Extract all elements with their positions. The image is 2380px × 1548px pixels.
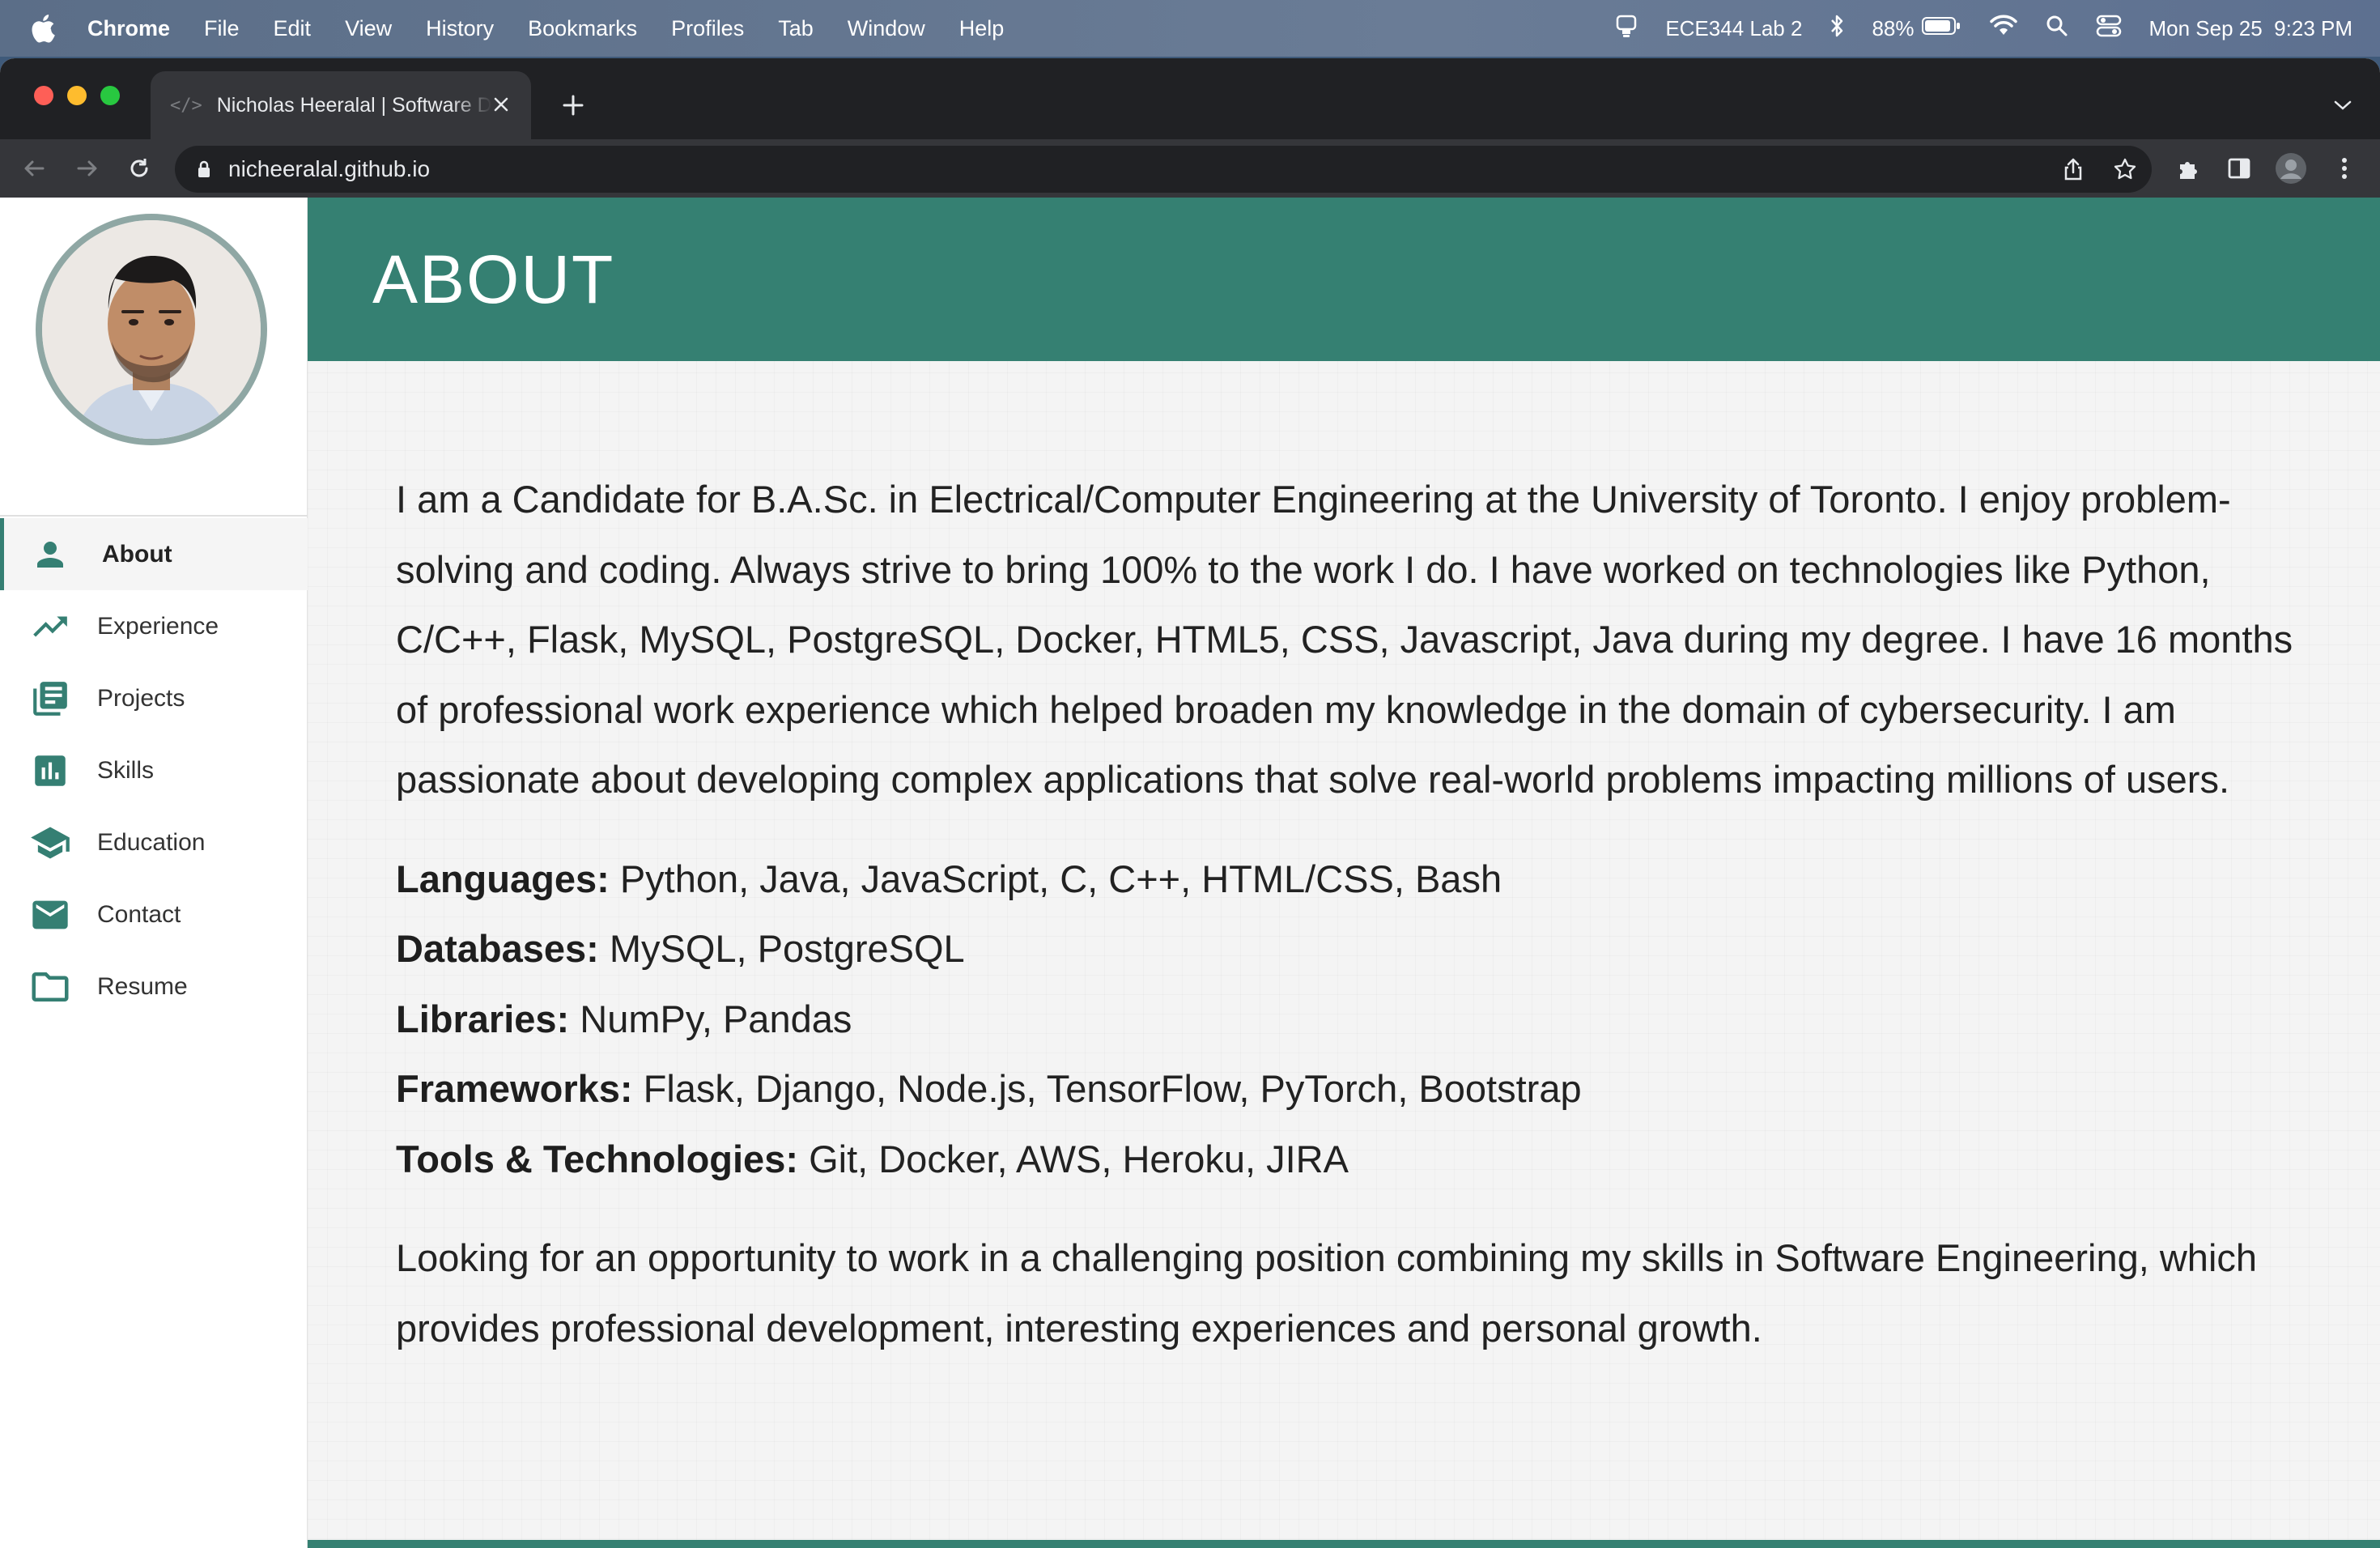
- tab-strip: </> Nicholas Heeralal | Software D: [0, 58, 2380, 139]
- macos-menubar: Chrome File Edit View History Bookmarks …: [0, 0, 2380, 57]
- page-header: ABOUT: [308, 198, 2380, 361]
- share-icon[interactable]: [2058, 154, 2089, 185]
- forward-arrow-icon[interactable]: [71, 152, 104, 185]
- school-icon: [28, 820, 73, 865]
- skills-label: Tools & Technologies:: [396, 1137, 798, 1180]
- spotlight-search-icon[interactable]: [2046, 15, 2068, 43]
- clock-date-text: Mon Sep 25: [2148, 15, 2263, 40]
- sidebar-item-label: Resume: [97, 972, 188, 1000]
- apple-logo-icon[interactable]: [29, 13, 57, 44]
- skills-label: Databases:: [396, 927, 599, 970]
- skills-row-databases: Databases: MySQL, PostgreSQL: [396, 914, 2314, 985]
- menu-edit[interactable]: Edit: [274, 16, 312, 41]
- skills-value: Python, Java, JavaScript, C, C++, HTML/C…: [619, 857, 1502, 900]
- extensions-puzzle-icon[interactable]: [2173, 152, 2205, 185]
- menu-view[interactable]: View: [345, 16, 392, 41]
- sidebar-item-contact[interactable]: Contact: [0, 878, 308, 950]
- back-arrow-icon[interactable]: [18, 152, 50, 185]
- skills-row-libraries: Libraries: NumPy, Pandas: [396, 985, 2314, 1055]
- sidebar-item-projects[interactable]: Projects: [0, 662, 308, 734]
- sidebar-item-label: Education: [97, 828, 206, 856]
- chrome-menu-kebab-icon[interactable]: [2328, 152, 2361, 185]
- page-title: ABOUT: [372, 240, 615, 317]
- minimize-window-button[interactable]: [67, 86, 87, 105]
- skills-row-frameworks: Frameworks: Flask, Django, Node.js, Tens…: [396, 1054, 2314, 1125]
- skills-value: NumPy, Pandas: [580, 997, 852, 1040]
- bookmark-star-icon[interactable]: [2110, 154, 2140, 185]
- close-window-button[interactable]: [34, 86, 53, 105]
- menu-bookmarks[interactable]: Bookmarks: [528, 16, 637, 41]
- footer-accent-bar: [308, 1540, 2380, 1548]
- skills-label: Languages:: [396, 857, 610, 900]
- about-intro-paragraph: I am a Candidate for B.A.Sc. in Electric…: [396, 478, 2293, 801]
- window-controls: [34, 86, 120, 105]
- battery-percent[interactable]: 88%: [1872, 16, 1914, 41]
- sidebar-item-label: Skills: [97, 756, 155, 784]
- sidebar-item-label: Experience: [97, 612, 219, 640]
- skills-list: Languages: Python, Java, JavaScript, C, …: [396, 844, 2314, 1195]
- menu-file[interactable]: File: [204, 16, 240, 41]
- tab-search-chevron-down-icon[interactable]: [2328, 91, 2357, 120]
- control-center-icon[interactable]: [2096, 15, 2122, 43]
- menu-window[interactable]: Window: [848, 16, 925, 41]
- lightbulb-icon[interactable]: [1615, 14, 1638, 44]
- skills-value: Flask, Django, Node.js, TensorFlow, PyTo…: [643, 1067, 1582, 1110]
- sidebar-item-label: Contact: [97, 900, 181, 928]
- skills-row-tools: Tools & Technologies: Git, Docker, AWS, …: [396, 1125, 2314, 1195]
- mail-icon: [28, 892, 73, 938]
- skills-label: Libraries:: [396, 997, 570, 1040]
- bar-chart-icon: [28, 748, 73, 793]
- trending-up-icon: [28, 604, 73, 649]
- main-content: ABOUT I am a Candidate for B.A.Sc. in El…: [308, 198, 2380, 1548]
- menu-help[interactable]: Help: [959, 16, 1005, 41]
- sidebar-item-label: About: [102, 540, 172, 568]
- folder-icon: [28, 964, 73, 1010]
- clock-time-text: 9:23 PM: [2274, 15, 2352, 40]
- sidebar-item-about[interactable]: About: [0, 518, 308, 590]
- code-favicon-icon: </>: [170, 95, 202, 116]
- new-tab-plus-icon[interactable]: [555, 87, 591, 123]
- reload-icon[interactable]: [123, 152, 155, 185]
- tab-title: Nicholas Heeralal | Software D: [216, 93, 492, 117]
- browser-toolbar: nicheeralal.github.io: [0, 139, 2380, 198]
- skills-value: MySQL, PostgreSQL: [609, 927, 965, 970]
- profile-avatar[interactable]: [2275, 152, 2307, 185]
- address-bar[interactable]: nicheeralal.github.io: [175, 146, 2152, 193]
- skills-value: Git, Docker, AWS, Heroku, JIRA: [809, 1137, 1349, 1180]
- sidebar-item-education[interactable]: Education: [0, 806, 308, 878]
- menu-tab[interactable]: Tab: [778, 16, 814, 41]
- focus-status-label[interactable]: ECE344 Lab 2: [1665, 16, 1802, 41]
- sidebar-nav: About Experience Projects Skills Educati…: [0, 518, 308, 1023]
- browser-tab-active[interactable]: </> Nicholas Heeralal | Software D: [151, 71, 531, 139]
- sidebar-item-label: Projects: [97, 684, 185, 712]
- about-outro-paragraph: Looking for an opportunity to work in a …: [396, 1236, 2258, 1350]
- person-icon: [28, 532, 73, 577]
- sidebar-item-experience[interactable]: Experience: [0, 590, 308, 662]
- wifi-icon[interactable]: [1989, 15, 2018, 43]
- sidebar-item-skills[interactable]: Skills: [0, 734, 308, 806]
- skills-label: Frameworks:: [396, 1067, 633, 1110]
- lock-icon[interactable]: [194, 158, 214, 181]
- browser-window: </> Nicholas Heeralal | Software D niche: [0, 58, 2380, 1548]
- zoom-window-button[interactable]: [100, 86, 120, 105]
- about-section: I am a Candidate for B.A.Sc. in Electric…: [396, 465, 2314, 1363]
- bluetooth-icon[interactable]: [1830, 14, 1844, 44]
- battery-icon[interactable]: [1921, 15, 1961, 42]
- sidebar-divider: [0, 515, 308, 517]
- clock-date[interactable]: Mon Sep 25 9:23 PM: [2149, 16, 2353, 41]
- profile-photo: [42, 220, 261, 439]
- sidebar-item-resume[interactable]: Resume: [0, 950, 308, 1023]
- menu-profiles[interactable]: Profiles: [671, 16, 744, 41]
- url-text[interactable]: nicheeralal.github.io: [228, 156, 430, 182]
- menubar-status-area: ECE344 Lab 2 88% Mon Sep 25 9:23 PM: [1615, 0, 2352, 57]
- sidebar: About Experience Projects Skills Educati…: [0, 198, 308, 1548]
- web-content: About Experience Projects Skills Educati…: [0, 198, 2380, 1548]
- library-books-icon: [28, 676, 73, 721]
- side-panel-icon[interactable]: [2223, 152, 2255, 185]
- tab-close-icon[interactable]: [489, 92, 513, 117]
- profile-photo-frame: [36, 214, 267, 445]
- menu-history[interactable]: History: [426, 16, 494, 41]
- skills-row-languages: Languages: Python, Java, JavaScript, C, …: [396, 844, 2314, 915]
- menu-app-name[interactable]: Chrome: [87, 16, 170, 41]
